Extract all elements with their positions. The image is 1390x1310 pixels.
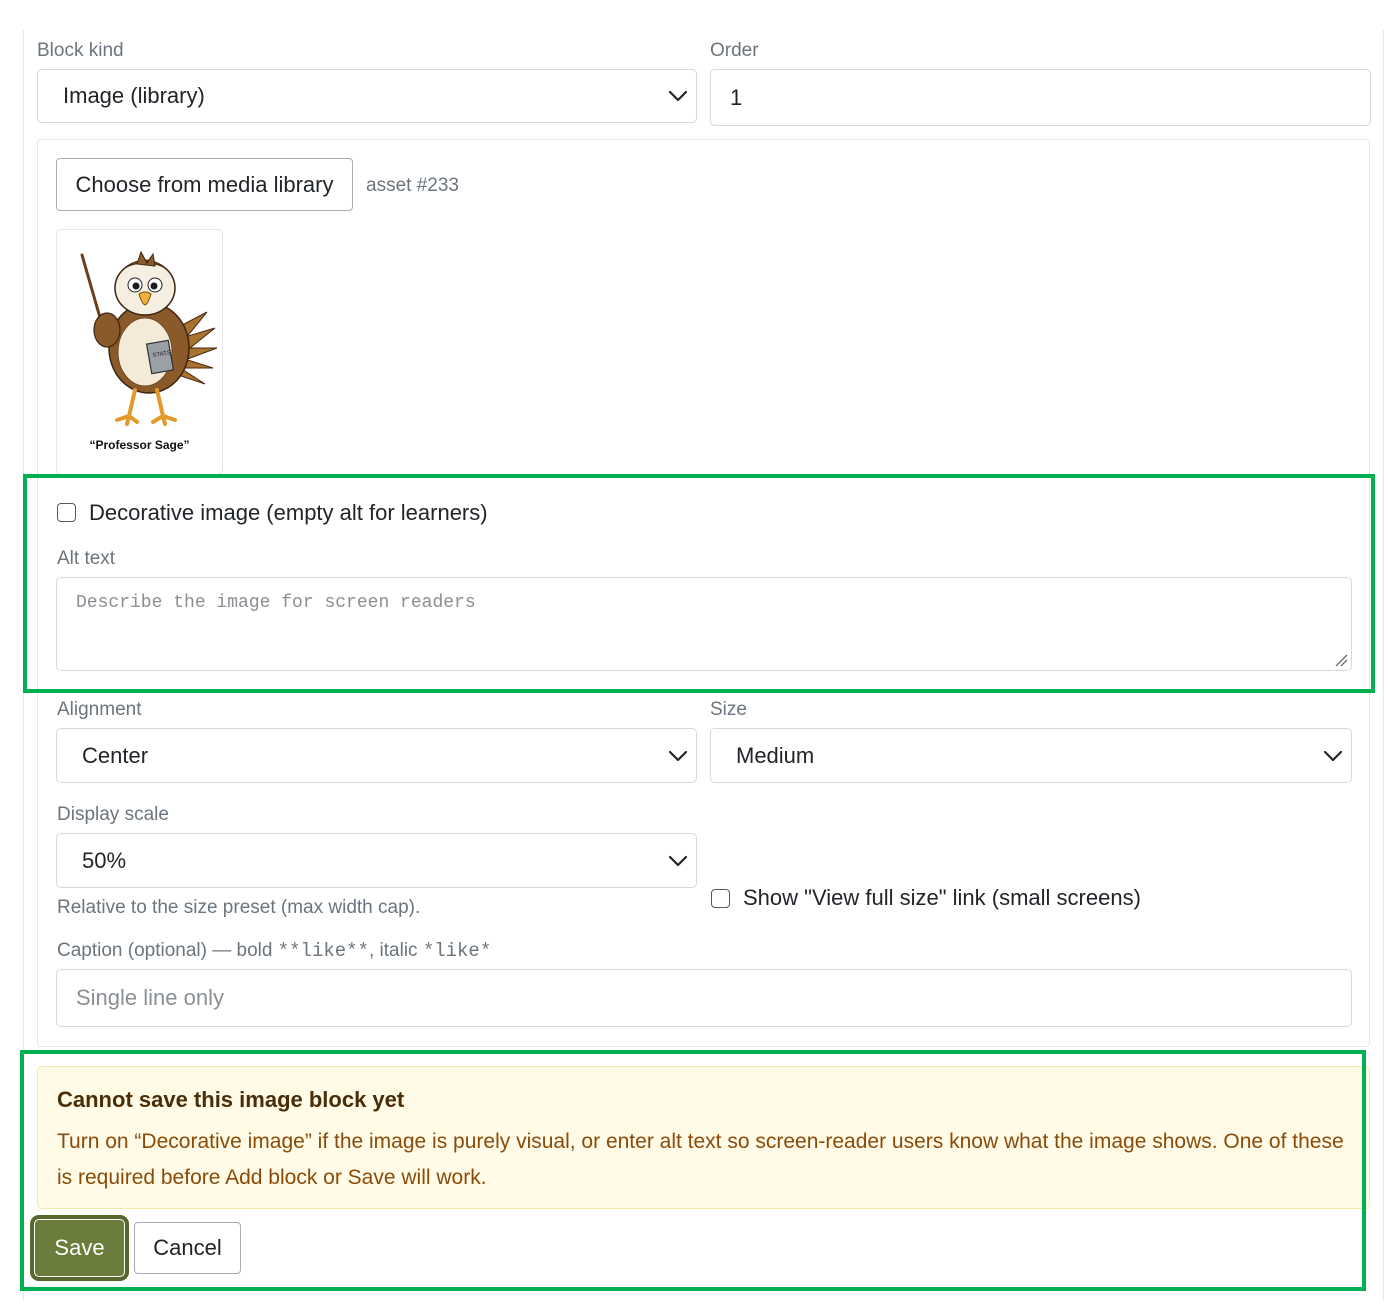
full-size-link-checkbox[interactable] (711, 889, 730, 908)
order-input[interactable]: 1 (710, 69, 1371, 126)
caption-bold-example: **like** (277, 940, 369, 962)
caption-label-mid: , italic (368, 940, 423, 961)
save-button[interactable]: Save (31, 1216, 128, 1280)
block-kind-select[interactable]: Image (library) (37, 69, 697, 123)
chevron-down-icon (668, 855, 688, 866)
block-kind-value: Image (library) (63, 83, 205, 108)
choose-media-button[interactable]: Choose from media library (56, 158, 353, 211)
asset-id-text: asset #233 (366, 175, 459, 196)
alert-message: Turn on “Decorative image” if the image … (57, 1130, 1344, 1189)
alignment-select[interactable]: Center (56, 728, 697, 783)
size-label: Size (710, 699, 747, 720)
image-block-editor: Block kind Image (library) Order 1 Choos… (0, 0, 1390, 1310)
image-thumbnail: STATS “Professor Sage” (56, 229, 223, 475)
alignment-label: Alignment (57, 699, 142, 720)
size-value: Medium (736, 742, 815, 768)
caption-label: Caption (optional) — bold **like**, ital… (57, 941, 491, 961)
alert-title: Cannot save this image block yet (57, 1087, 405, 1112)
caption-input[interactable]: Single line only (56, 969, 1352, 1027)
validation-alert: Cannot save this image block yet Turn on… (37, 1066, 1370, 1209)
decorative-checkbox[interactable] (57, 503, 76, 522)
display-scale-select[interactable]: 50% (56, 833, 697, 888)
display-scale-value: 50% (82, 847, 127, 873)
caption-label-prefix: Caption (optional) — bold (57, 940, 278, 961)
display-scale-label: Display scale (57, 804, 169, 825)
full-size-link-label[interactable]: Show "View full size" link (small screen… (743, 887, 1141, 909)
caption-placeholder: Single line only (76, 985, 224, 1010)
block-kind-label: Block kind (37, 40, 124, 61)
order-label: Order (710, 40, 759, 61)
alt-text-label: Alt text (57, 548, 116, 569)
alignment-value: Center (82, 742, 149, 768)
professor-sage-illustration: STATS (80, 250, 218, 426)
size-select[interactable]: Medium (710, 728, 1352, 783)
alt-text-input[interactable]: Describe the image for screen readers (56, 577, 1352, 671)
alt-text-placeholder: Describe the image for screen readers (76, 593, 476, 613)
display-scale-help: Relative to the size preset (max width c… (57, 897, 421, 918)
decorative-checkbox-label[interactable]: Decorative image (empty alt for learners… (89, 502, 488, 524)
cancel-button[interactable]: Cancel (134, 1222, 241, 1274)
chevron-down-icon (1323, 750, 1343, 761)
thumbnail-caption: “Professor Sage” (89, 438, 190, 452)
caption-italic-example: *like* (422, 940, 492, 962)
order-value: 1 (730, 84, 743, 110)
chevron-down-icon (668, 90, 688, 102)
resize-handle-icon[interactable] (1334, 653, 1348, 667)
chevron-down-icon (668, 750, 688, 761)
